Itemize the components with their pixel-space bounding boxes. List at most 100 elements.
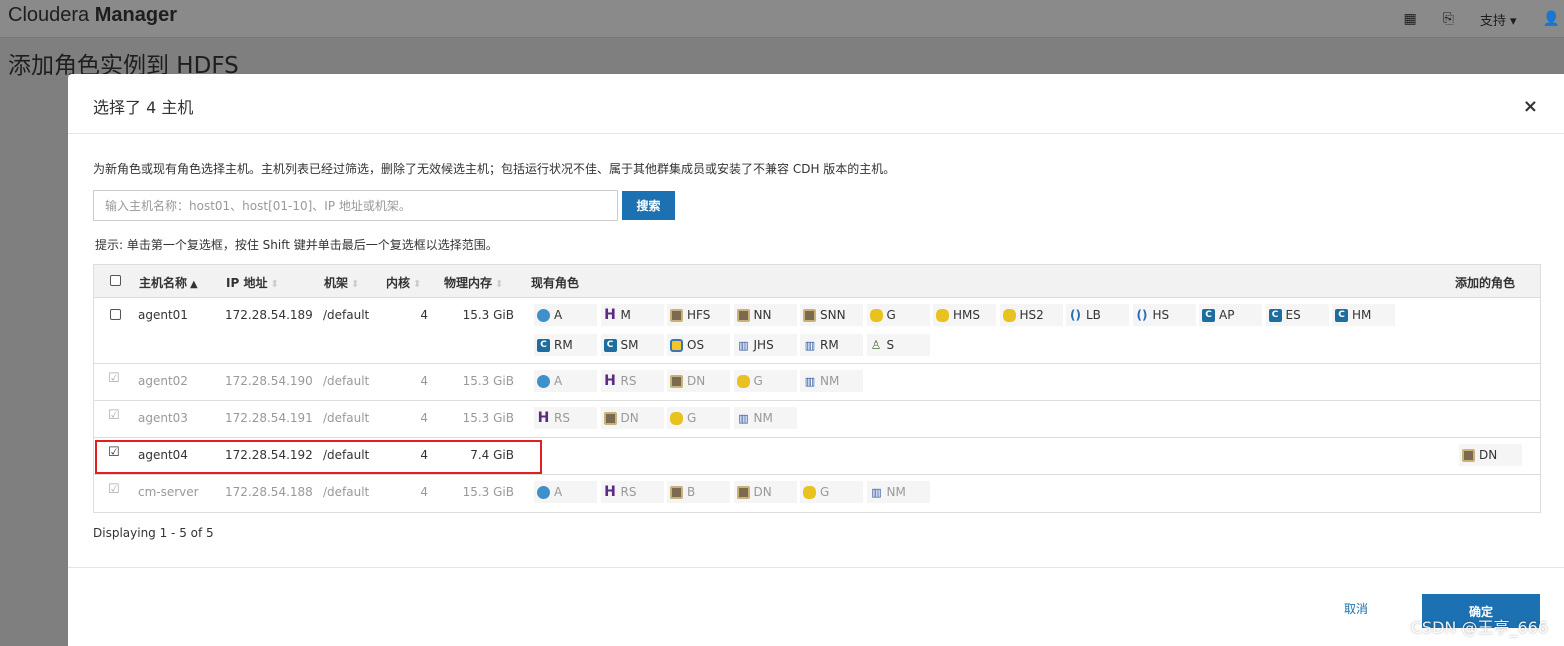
role-label: G bbox=[687, 411, 697, 425]
col-hostname[interactable]: 主机名称 ▲ bbox=[139, 274, 198, 291]
role-badge: OS bbox=[667, 334, 730, 356]
role-badge: H RS bbox=[600, 370, 664, 392]
row-checkbox-checked[interactable]: ☑ bbox=[108, 371, 120, 386]
role-badge: A bbox=[534, 304, 597, 326]
role-badge: H RS bbox=[534, 407, 597, 429]
role-label: RS bbox=[620, 374, 637, 388]
row-checkbox-checked[interactable]: ☑ bbox=[108, 408, 120, 423]
cores: 4 bbox=[420, 374, 428, 388]
search-button[interactable]: 搜索 bbox=[622, 191, 675, 220]
table-row[interactable]: ☑ agent02 172.28.54.190/default 4 15.3 GiB A H… bbox=[94, 364, 1540, 401]
select-hosts-modal: 选择了 4 主机 × 为新角色或现有角色选择主机。主机列表已经过筛选，删除了无效… bbox=[68, 74, 1564, 646]
col-ip-label: IP 地址 bbox=[226, 276, 268, 290]
role-label: AP bbox=[1219, 308, 1235, 322]
tasks-icon[interactable]: ⎘ bbox=[1443, 11, 1454, 27]
role-label: NN bbox=[753, 308, 772, 322]
role-badge: G bbox=[667, 407, 730, 429]
role-badge: DN bbox=[667, 370, 730, 392]
role-badge: B bbox=[667, 481, 730, 503]
sort-asc-icon: ▲ bbox=[190, 279, 198, 290]
row-checkbox[interactable] bbox=[110, 309, 121, 320]
oozie-icon bbox=[670, 338, 683, 352]
table-row[interactable]: ☑ cm-server 172.28.54.188/default 4 15.3 GiB… bbox=[94, 475, 1540, 512]
yarn-icon: ▥ bbox=[804, 374, 815, 388]
role-badge: HS2 bbox=[999, 304, 1063, 326]
hbase-icon: H bbox=[604, 372, 616, 389]
select-all-checkbox[interactable] bbox=[110, 275, 121, 286]
rack: /default bbox=[323, 411, 370, 425]
yarn-icon: ▥ bbox=[871, 485, 881, 499]
role-badge: C HM bbox=[1332, 304, 1395, 326]
role-label: SNN bbox=[820, 308, 846, 322]
cm-icon: C bbox=[1268, 308, 1282, 322]
yarn-icon: ▥ bbox=[738, 411, 748, 425]
modal-description: 为新角色或现有角色选择主机。主机列表已经过筛选，删除了无效候选主机；包括运行状况… bbox=[93, 162, 896, 176]
role-badge: C SM bbox=[600, 334, 664, 356]
cm-icon: C bbox=[603, 338, 617, 352]
rack: /default bbox=[323, 308, 370, 322]
col-memory[interactable]: 物理内存 ⬍ bbox=[444, 274, 503, 291]
cores: 4 bbox=[420, 485, 428, 499]
col-rack[interactable]: 机架 ⬍ bbox=[324, 274, 359, 291]
cores: 4 bbox=[420, 411, 428, 425]
col-ip[interactable]: IP 地址 ⬍ bbox=[226, 274, 279, 291]
hosts-table: 主机名称 ▲ IP 地址 ⬍ 机架 ⬍ 内核 ⬍ 物理内存 ⬍ 现有角色 添加的角色 ag… bbox=[93, 264, 1541, 513]
role-badge: ▥ RM bbox=[800, 334, 863, 356]
cm-icon: C bbox=[1335, 308, 1348, 322]
modal-header: 选择了 4 主机 × bbox=[68, 74, 1564, 134]
sort-icon: ⬍ bbox=[270, 279, 279, 290]
ip-address: 172.28.54.190 bbox=[225, 374, 313, 388]
support-menu[interactable]: 支持 ▾ bbox=[1480, 10, 1517, 29]
hdfs-icon bbox=[1462, 448, 1475, 462]
role-badge: G bbox=[866, 304, 930, 326]
hdfs-icon bbox=[803, 308, 816, 322]
role-label: DN bbox=[620, 411, 639, 425]
hdfs-icon bbox=[603, 411, 617, 425]
ip-address: 172.28.54.189 bbox=[225, 308, 313, 322]
host-search-input[interactable] bbox=[93, 190, 618, 221]
role-label: A bbox=[554, 485, 563, 499]
role-badge: () LB bbox=[1066, 304, 1129, 326]
role-badge: G bbox=[800, 481, 863, 503]
role-badge: SNN bbox=[800, 304, 863, 326]
table-row[interactable]: agent01 172.28.54.189/default 4 15.3 GiB A H M… bbox=[94, 298, 1540, 364]
role-badge: A bbox=[534, 370, 597, 392]
parcel-icon[interactable]: ▦ bbox=[1403, 11, 1416, 27]
yarn-icon: ▥ bbox=[804, 338, 815, 352]
role-badge: A bbox=[534, 481, 597, 503]
role-badge: G bbox=[733, 370, 797, 392]
close-icon[interactable]: × bbox=[1523, 96, 1538, 117]
sort-icon: ⬍ bbox=[351, 279, 360, 290]
app-logo[interactable]: Cloudera Manager bbox=[8, 4, 177, 27]
role-label: DN bbox=[753, 485, 772, 499]
role-label: NM bbox=[753, 411, 773, 425]
col-cores-label: 内核 bbox=[386, 276, 411, 290]
table-row[interactable]: ☑ agent03 172.28.54.191/default 4 15.3 GiB H R… bbox=[94, 401, 1540, 438]
hive-icon bbox=[869, 308, 883, 322]
memory: 15.3 GiB bbox=[462, 374, 514, 388]
role-label: HS bbox=[1152, 308, 1170, 322]
hbase-icon: H bbox=[604, 306, 616, 323]
role-label: ES bbox=[1285, 308, 1301, 322]
role-badge: C RM bbox=[534, 334, 597, 356]
role-label: HM bbox=[1352, 308, 1372, 322]
cancel-button[interactable]: 取消 bbox=[1344, 600, 1368, 617]
role-label: DN bbox=[1479, 448, 1498, 462]
memory: 15.3 GiB bbox=[462, 485, 514, 499]
role-label: JHS bbox=[753, 338, 774, 352]
hue-lb-icon: () bbox=[1070, 307, 1081, 322]
cm-icon: C bbox=[537, 338, 550, 352]
modal-title: 选择了 4 主机 bbox=[93, 98, 194, 117]
role-label: G bbox=[753, 374, 763, 388]
role-badge: C AP bbox=[1199, 304, 1262, 326]
yarn-icon: ▥ bbox=[738, 338, 748, 352]
role-badge: ▥ NM bbox=[733, 407, 797, 429]
role-label: B bbox=[687, 485, 696, 499]
role-badge: NN bbox=[733, 304, 797, 326]
role-badge: C ES bbox=[1265, 304, 1329, 326]
row-checkbox-checked[interactable]: ☑ bbox=[108, 482, 120, 497]
role-label: HFS bbox=[687, 308, 711, 322]
col-cores[interactable]: 内核 ⬍ bbox=[386, 274, 421, 291]
user-icon[interactable]: 👤 bbox=[1543, 11, 1560, 27]
role-label: DN bbox=[687, 374, 706, 388]
